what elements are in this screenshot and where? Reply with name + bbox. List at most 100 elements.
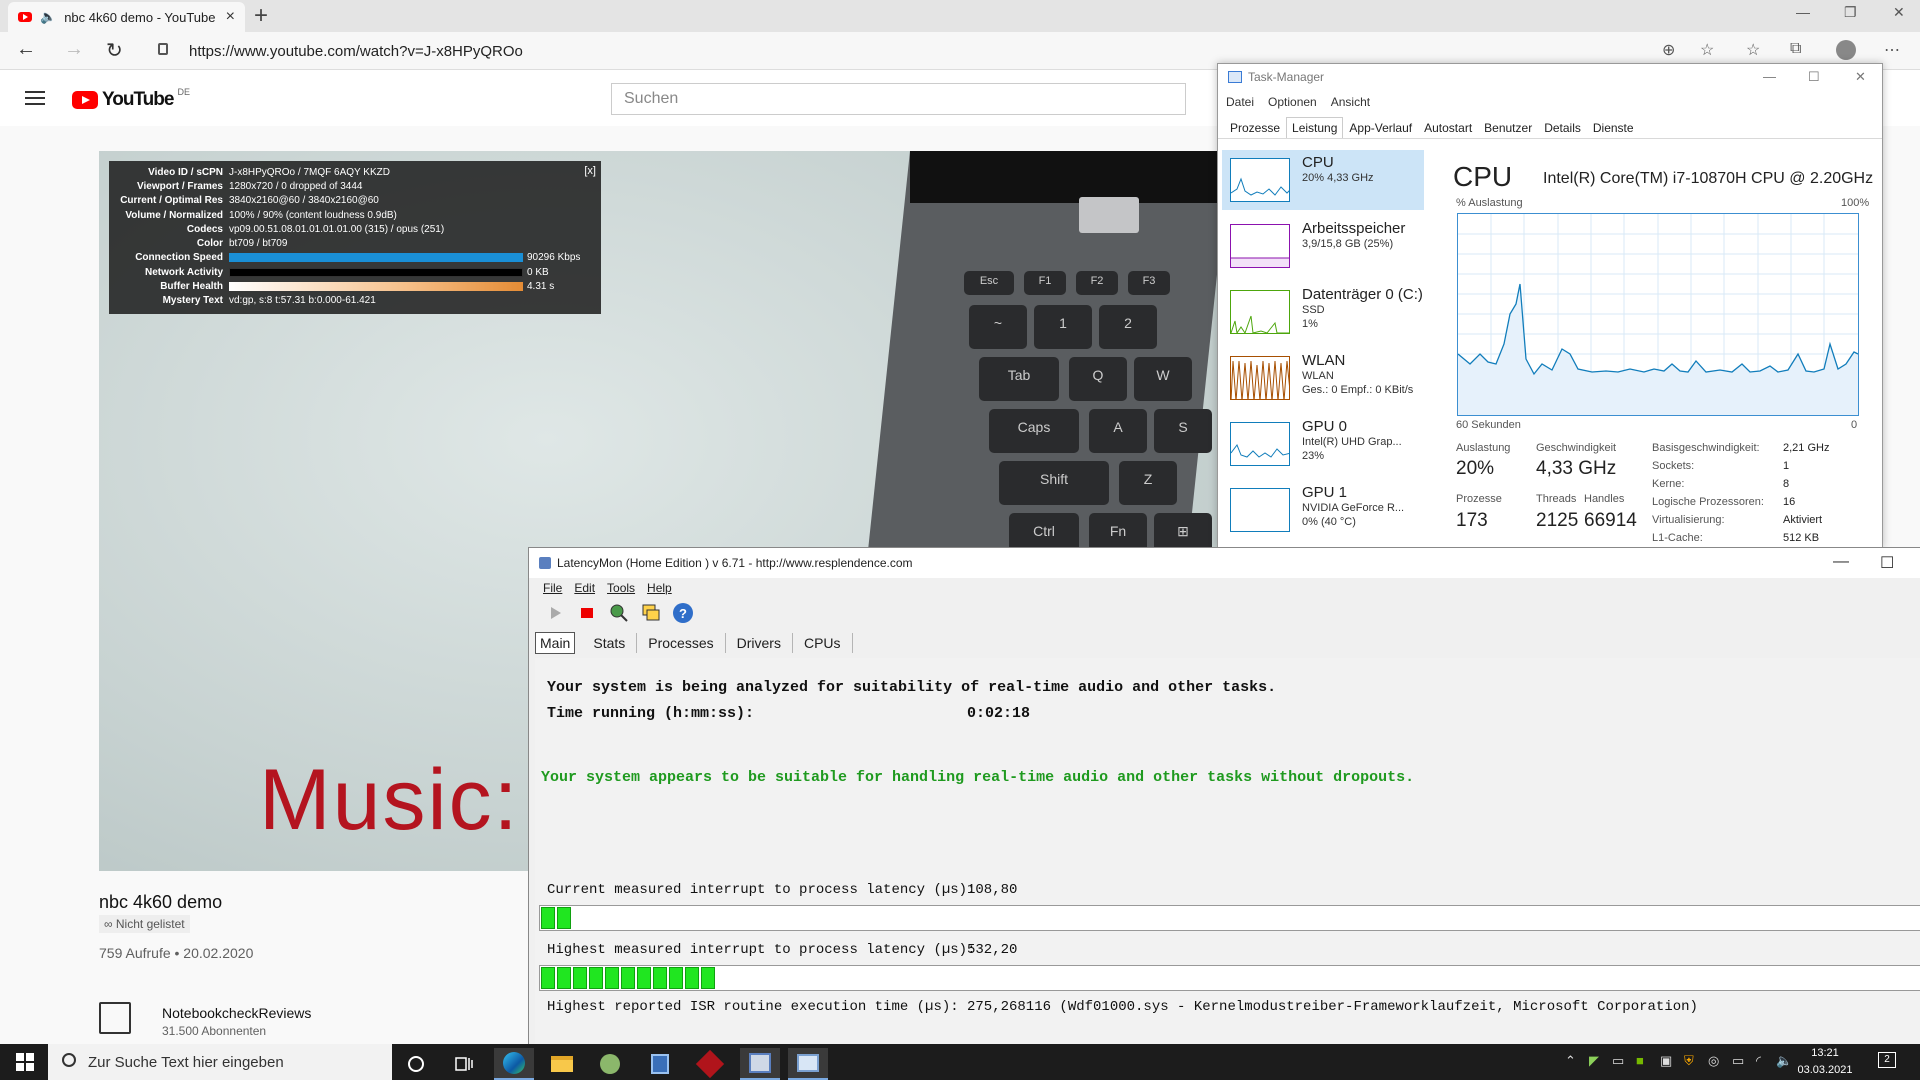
edge-icon[interactable] [494,1048,534,1080]
stats-for-nerds-panel: [x] Video ID / sCPN J-x8HPyQROo / 7MQF 6A… [109,161,601,314]
youtube-favicon-icon [18,12,32,22]
taskbar-search-input[interactable]: Zur Suche Text hier eingeben [48,1044,392,1080]
graph-y-label: % Auslastung [1456,197,1523,209]
task-manager-window: Task-Manager — ☐ ✕ Datei Optionen Ansich… [1217,63,1883,548]
lm-tab-drivers[interactable]: Drivers [726,633,793,653]
video-title: nbc 4k60 demo [99,892,223,912]
lm-menu-help[interactable]: Help [647,581,672,595]
play-icon[interactable] [543,601,567,625]
analyze-icon[interactable] [607,601,631,625]
windows-start-icon[interactable] [16,1053,34,1071]
search-icon [62,1053,76,1067]
youtube-play-icon [72,91,98,109]
lm-isr-label: Highest reported ISR routine execution t… [547,999,959,1015]
tab-prozesse[interactable]: Prozesse [1224,117,1286,139]
tray-app-icon[interactable]: ◤ [1589,1053,1599,1069]
subscriber-count: 31.500 Abonnenten [162,1024,267,1038]
gpu1-thumb-graph [1230,488,1290,532]
new-tab-button[interactable]: + [254,2,268,30]
tab-leistung[interactable]: Leistung [1286,117,1344,139]
tm-item-wlan[interactable]: WLAN WLAN Ges.: 0 Empf.: 0 KBit/s [1222,348,1424,408]
tray-device-icon[interactable]: ▣ [1660,1053,1672,1069]
collections-icon[interactable]: ⧉ [1790,40,1801,58]
tm-item-cpu[interactable]: CPU 20% 4,33 GHz [1222,150,1424,210]
lm-maximize-icon[interactable]: ☐ [1880,553,1894,573]
wlan-thumb-graph [1230,356,1290,400]
speaker-icon[interactable]: 🔈 [40,9,56,25]
lm-toolbar: ? [543,601,695,625]
stat-threads-value: 2125 [1536,510,1579,531]
file-explorer-icon[interactable] [542,1048,582,1080]
tab-details[interactable]: Details [1538,117,1587,139]
lm-current-value: 108,80 [967,882,1018,898]
tray-monitor-icon[interactable]: ▭ [1612,1053,1624,1069]
tm-menu-ansicht[interactable]: Ansicht [1331,95,1370,109]
channel-name[interactable]: NotebookcheckReviews [162,1005,311,1021]
favorite-star-icon[interactable]: ☆ [1700,40,1714,60]
tm-item-disk[interactable]: Datenträger 0 (C:) SSD 1% [1222,282,1424,342]
tab-dienste[interactable]: Dienste [1587,117,1640,139]
latencymon-taskbar-icon[interactable] [740,1048,780,1080]
favorites-icon[interactable]: ☆ [1746,40,1760,60]
browser-tab[interactable]: 🔈 nbc 4k60 demo - YouTube × [8,2,245,32]
tm-item-memory[interactable]: Arbeitsspeicher 3,9/15,8 GB (25%) [1222,216,1424,276]
back-icon[interactable]: ← [16,38,36,61]
youtube-logo[interactable]: YouTube DE [72,87,190,111]
tm-maximize-icon[interactable]: ☐ [1808,69,1820,85]
tm-close-icon[interactable]: ✕ [1855,69,1866,85]
lm-menu-file[interactable]: File [543,581,562,595]
lm-tab-processes[interactable]: Processes [637,633,726,653]
app-icon-gear[interactable] [590,1048,630,1080]
notification-icon[interactable]: 2 [1878,1052,1896,1068]
tm-item-gpu1[interactable]: GPU 1 NVIDIA GeForce R... 0% (40 °C) [1222,480,1424,540]
lm-menu-tools[interactable]: Tools [607,581,635,595]
forward-icon[interactable]: → [64,38,84,61]
tray-webcam-icon[interactable]: ◎ [1708,1053,1719,1069]
tab-benutzer[interactable]: Benutzer [1478,117,1538,139]
tab-app-verlauf[interactable]: App-Verlauf [1343,117,1418,139]
channel-avatar[interactable] [99,1002,131,1034]
profile-avatar[interactable] [1836,40,1856,60]
lm-tab-stats[interactable]: Stats [582,633,638,653]
tab-close-icon[interactable]: × [226,8,235,26]
url-field[interactable]: https://www.youtube.com/watch?v=J-x8HPyQ… [145,36,1205,66]
task-view-icon[interactable] [444,1048,484,1080]
close-icon[interactable]: ✕ [1893,4,1905,21]
lm-tab-cpus[interactable]: CPUs [793,633,853,653]
more-icon[interactable]: ⋯ [1884,40,1900,60]
clock[interactable]: 13:21 03.03.2021 [1790,1044,1860,1079]
graph-x-min: 0 [1851,419,1858,431]
menu-icon[interactable] [25,91,45,109]
reload-icon[interactable]: ↻ [106,38,123,63]
task-manager-taskbar-icon[interactable] [788,1048,828,1080]
add-icon[interactable]: ⊕ [1662,40,1675,60]
wifi-icon[interactable]: ◜ [1756,1053,1761,1069]
search-input[interactable]: Suchen [611,83,1186,115]
tm-menu-optionen[interactable]: Optionen [1268,95,1317,109]
lm-minimize-icon[interactable]: — [1833,553,1849,571]
stat-auslastung-label: Auslastung [1456,442,1511,454]
lm-tab-main[interactable]: Main [535,632,576,654]
tray-expand-icon[interactable]: ⌃ [1565,1053,1576,1069]
kv-key: Virtualisierung: [1652,514,1725,526]
lm-tabs: Main Stats Processes Drivers CPUs [535,632,853,654]
lm-menu-edit[interactable]: Edit [574,581,595,595]
cortana-icon[interactable] [396,1048,436,1080]
nvidia-icon[interactable]: ■ [1636,1053,1644,1068]
tm-item-gpu0[interactable]: GPU 0 Intel(R) UHD Grap... 23% [1222,414,1424,474]
help-icon[interactable]: ? [671,601,695,625]
clock-date: 03.03.2021 [1797,1064,1853,1076]
defender-icon[interactable]: ⛨ [1684,1053,1694,1069]
kv-value: Aktiviert [1783,514,1823,526]
app-icon-red[interactable] [690,1048,730,1080]
battery-icon[interactable]: ▭ [1732,1053,1744,1069]
windows-icon[interactable] [639,601,663,625]
tm-minimize-icon[interactable]: — [1763,69,1776,84]
calculator-icon[interactable] [640,1048,680,1080]
minimize-icon[interactable]: — [1796,4,1810,20]
restore-icon[interactable]: ❐ [1844,4,1857,21]
tm-menu-datei[interactable]: Datei [1226,95,1254,109]
stats-close-button[interactable]: [x] [584,165,596,177]
stop-icon[interactable] [575,601,599,625]
tab-autostart[interactable]: Autostart [1418,117,1478,139]
